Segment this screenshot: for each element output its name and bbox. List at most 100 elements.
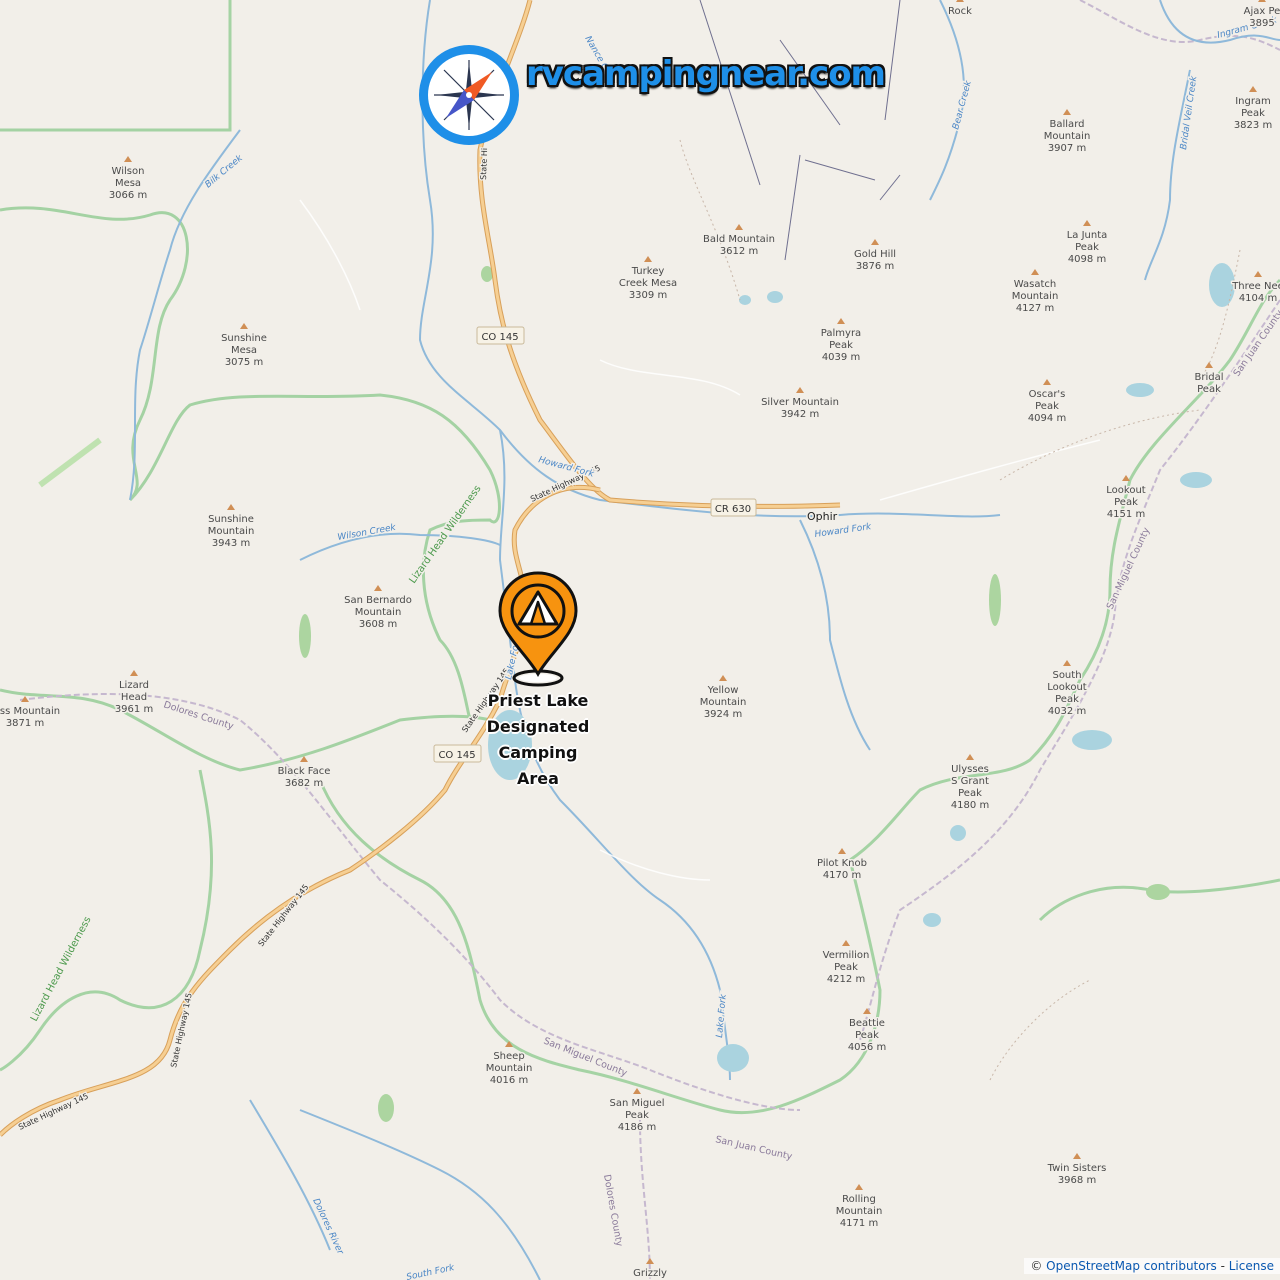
- peak-label: 3876 m: [856, 261, 894, 272]
- road-shield-label: CO 145: [438, 750, 475, 761]
- peak-label: 4104 m: [1239, 293, 1277, 304]
- peak-label: Rock: [948, 6, 972, 17]
- attribution-separator: -: [1216, 1259, 1229, 1273]
- peak-icon: [1063, 660, 1071, 666]
- brand-name[interactable]: rvcampingnear.com: [526, 54, 886, 94]
- peak-label: 3924 m: [704, 709, 742, 720]
- power-lines: [699, 0, 901, 261]
- peak-label: Peak: [1197, 384, 1221, 395]
- map-canvas[interactable]: CO 145 CO 145 CR 630 State Highway 145 S…: [0, 0, 1280, 1280]
- peak-label: Ballard: [1050, 119, 1085, 130]
- peak-label: La Junta: [1067, 230, 1108, 241]
- peak-icon: [227, 504, 235, 510]
- peak-label: Peak: [855, 1030, 879, 1041]
- peak-label: 4098 m: [1068, 254, 1106, 265]
- peak-label: Peak: [829, 340, 853, 351]
- water-label: Howard Fork: [814, 522, 873, 540]
- peak-label: Palmyra: [821, 328, 861, 339]
- peak-label: Peak: [1241, 108, 1265, 119]
- peak-label: Vermilion: [823, 950, 870, 961]
- peak-icon: [719, 675, 727, 681]
- peak-label: Lookout: [1047, 682, 1087, 693]
- peak-label: Mountain: [700, 697, 747, 708]
- peak-icon: [1254, 271, 1262, 277]
- peak-label: 4212 m: [827, 974, 865, 985]
- peak-label: 3612 m: [720, 246, 758, 257]
- peak-label: 3682 m: [285, 778, 323, 789]
- peak-label: Ingram: [1235, 96, 1271, 107]
- peak-label: Head: [121, 692, 147, 703]
- peak-label: San Bernardo: [344, 595, 412, 606]
- peak-label: Mountain: [1012, 291, 1059, 302]
- peak-label: 4094 m: [1028, 413, 1066, 424]
- peak-label: Ulysses: [951, 764, 989, 775]
- county-label: San Juan County: [714, 1134, 793, 1162]
- poi-label[interactable]: Priest Lake Designated Camping Area: [478, 688, 598, 792]
- road-shield-co145-south: CO 145: [433, 744, 482, 763]
- trails: [679, 139, 1241, 1081]
- peak-label: 3961 m: [115, 704, 153, 715]
- peak-icon: [633, 1088, 641, 1094]
- peak-label: Silver Mountain: [761, 397, 839, 408]
- peak-icon: [842, 940, 850, 946]
- peak-label: S Grant: [951, 776, 989, 787]
- road-shield-label: CR 630: [715, 504, 751, 515]
- peak-icon: [1063, 109, 1071, 115]
- peak-label: Peak: [1114, 497, 1138, 508]
- peak-label: 3895: [1249, 18, 1274, 29]
- peak-icon: [1249, 86, 1257, 92]
- peak-label: Peak: [625, 1110, 649, 1121]
- peak-icon: [1073, 1153, 1081, 1159]
- peak-label: Lookout: [1106, 485, 1146, 496]
- peak-label: Grizzly: [633, 1268, 667, 1279]
- peak-label: Lizard: [119, 680, 149, 691]
- peak-label: Mesa: [231, 345, 257, 356]
- peak-label: Creek Mesa: [619, 278, 677, 289]
- peak-label: Sunshine: [221, 333, 267, 344]
- peak-label: 3968 m: [1058, 1175, 1096, 1186]
- peak-label: Sunshine: [208, 514, 254, 525]
- peak-label: Peak: [1055, 694, 1079, 705]
- peak-label: Pilot Knob: [817, 858, 867, 869]
- compass-icon: [419, 45, 519, 145]
- peak-label: Turkey: [631, 266, 665, 277]
- camping-tent-pin-icon[interactable]: [495, 570, 581, 692]
- peak-label: Peak: [834, 962, 858, 973]
- peak-label: Mountain: [208, 526, 255, 537]
- peak-icon: [837, 318, 845, 324]
- peak-icon: [735, 224, 743, 230]
- peak-label: ross Mountain: [0, 706, 60, 717]
- peak-label: 4127 m: [1016, 303, 1054, 314]
- peak-label: 3066 m: [109, 190, 147, 201]
- peak-label: Wilson: [112, 166, 145, 177]
- peak-icon: [130, 670, 138, 676]
- license-link[interactable]: License: [1229, 1259, 1274, 1273]
- peak-label: Gold Hill: [854, 249, 896, 260]
- peak-label: Ajax Pe: [1244, 6, 1280, 17]
- peak-label: Rolling: [842, 1194, 876, 1205]
- county-label: Dolores County: [162, 699, 235, 732]
- peak-label: Mountain: [836, 1206, 883, 1217]
- peak-label: Peak: [958, 788, 982, 799]
- peak-icon: [1043, 379, 1051, 385]
- peak-icon: [1258, 0, 1266, 2]
- water-label: Dolores River: [310, 1197, 345, 1257]
- meadow-strip: [38, 437, 102, 488]
- peak-label: Twin Sisters: [1047, 1163, 1107, 1174]
- road-label: State Highway 145: [256, 883, 310, 949]
- peak-label: San Miguel: [609, 1098, 664, 1109]
- osm-contributors-link[interactable]: OpenStreetMap contributors: [1046, 1259, 1217, 1273]
- peak-icon: [1205, 362, 1213, 368]
- peak-label: 4151 m: [1107, 509, 1145, 520]
- wilderness-boundaries: [0, 0, 1280, 1115]
- peak-label: Beattie: [849, 1018, 885, 1029]
- road-shield-cr630: CR 630: [710, 498, 757, 517]
- peak-label: Peak: [1075, 242, 1099, 253]
- peak-icon: [838, 848, 846, 854]
- peak-label: Mountain: [486, 1063, 533, 1074]
- road-label: State Hi: [479, 148, 489, 180]
- peak-label: Oscar's: [1029, 389, 1066, 400]
- peak-label: 4170 m: [823, 870, 861, 881]
- peak-label: South: [1052, 670, 1081, 681]
- peak-icon: [1031, 269, 1039, 275]
